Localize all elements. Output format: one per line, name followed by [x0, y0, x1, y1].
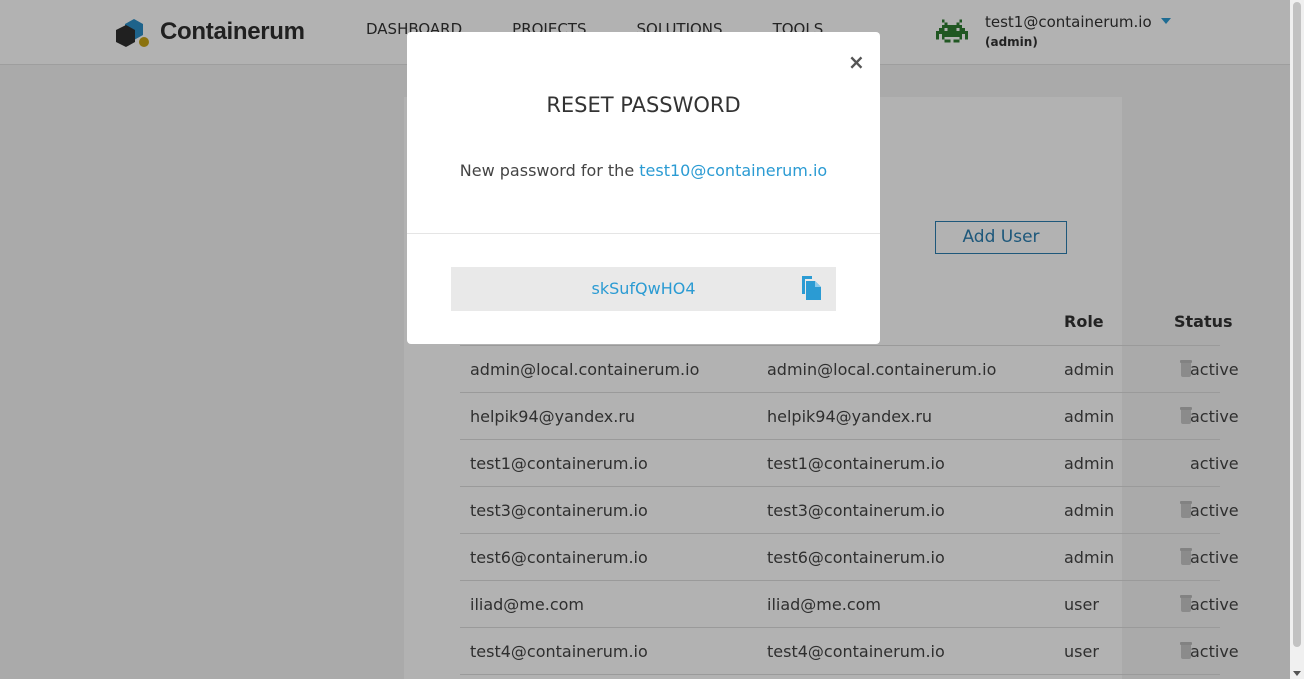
- scrollbar-thumb[interactable]: [1293, 2, 1301, 647]
- scroll-down-arrow-icon[interactable]: [1293, 671, 1301, 676]
- modal-title: RESET PASSWORD: [546, 93, 741, 117]
- vertical-scrollbar[interactable]: [1290, 0, 1304, 679]
- new-password-value[interactable]: skSufQwHO4: [451, 279, 836, 298]
- modal-description: New password for the test10@containerum.…: [407, 161, 880, 180]
- modal-divider: [407, 233, 880, 234]
- copy-icon[interactable]: [800, 275, 822, 301]
- modal-description-prefix: New password for the: [459, 161, 640, 180]
- password-field[interactable]: skSufQwHO4: [451, 267, 836, 311]
- target-user-email: test10@containerum.io: [639, 161, 828, 180]
- reset-password-modal: × RESET PASSWORD New password for the te…: [407, 32, 880, 344]
- close-icon[interactable]: ×: [848, 50, 865, 74]
